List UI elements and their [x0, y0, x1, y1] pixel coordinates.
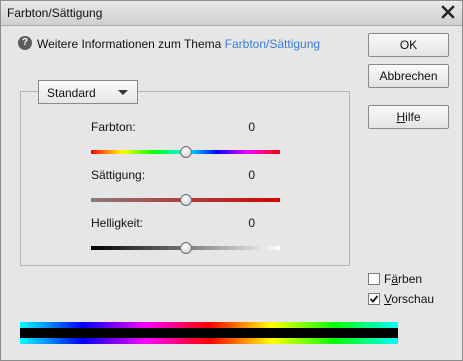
preview-checkbox[interactable]	[368, 293, 380, 305]
dialog-title: Farbton/Sättigung	[7, 6, 103, 20]
colorize-label[interactable]: Färben	[384, 272, 422, 286]
info-link[interactable]: Farbton/Sättigung	[225, 37, 320, 51]
output-spectrum-bar	[20, 338, 398, 344]
hue-value: 0	[248, 120, 255, 134]
saturation-slider-thumb[interactable]	[179, 194, 192, 206]
hue-label: Farbton:	[91, 120, 136, 134]
title-bar[interactable]: Farbton/Sättigung	[1, 1, 462, 26]
help-button[interactable]: Hilfe	[368, 105, 449, 129]
chevron-down-icon	[118, 90, 128, 95]
brightness-value: 0	[248, 216, 255, 230]
colorize-checkbox[interactable]	[368, 273, 380, 285]
spectrum-separator	[20, 328, 398, 338]
help-label: Hilfe	[396, 110, 421, 124]
brightness-label: Helligkeit:	[91, 216, 144, 230]
info-text: Weitere Informationen zum Thema Farbton/…	[37, 37, 320, 51]
question-info-icon: ?	[18, 36, 32, 50]
checkmark-icon	[369, 295, 379, 303]
hue-slider-thumb[interactable]	[179, 146, 192, 158]
ok-button[interactable]: OK	[368, 33, 449, 57]
saturation-value: 0	[248, 168, 255, 182]
hue-saturation-dialog: Farbton/Sättigung ? Weitere Informatione…	[0, 0, 463, 361]
brightness-slider-thumb[interactable]	[179, 242, 192, 254]
preset-selected: Standard	[47, 86, 96, 100]
info-label: Weitere Informationen zum Thema	[37, 37, 222, 51]
preview-label[interactable]: Vorschau	[384, 292, 434, 306]
close-icon[interactable]	[440, 4, 456, 20]
cancel-button[interactable]: Abbrechen	[368, 64, 449, 88]
preset-dropdown[interactable]: Standard	[38, 80, 138, 104]
saturation-label: Sättigung:	[91, 168, 146, 182]
adjustment-group	[20, 91, 350, 266]
